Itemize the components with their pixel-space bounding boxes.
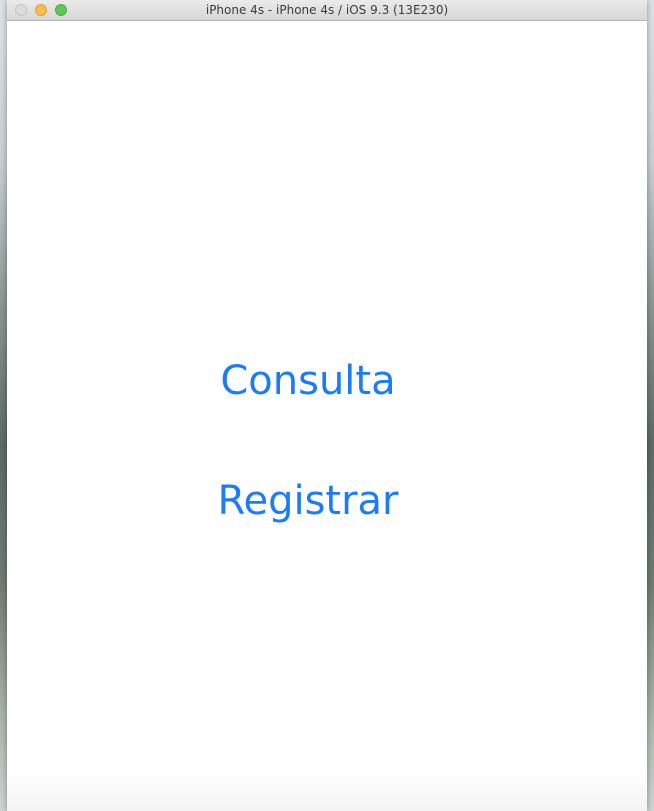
device-screen: Consulta Registrar — [7, 21, 647, 811]
screen-bottom-shade — [7, 771, 647, 811]
title-bar[interactable]: iPhone 4s - iPhone 4s / iOS 9.3 (13E230) — [7, 0, 647, 21]
window-title: iPhone 4s - iPhone 4s / iOS 9.3 (13E230) — [205, 3, 449, 17]
desktop-backdrop-right — [646, 0, 654, 811]
consulta-button[interactable]: Consulta — [7, 356, 609, 406]
simulator-window: iPhone 4s - iPhone 4s / iOS 9.3 (13E230)… — [7, 0, 647, 811]
registrar-button[interactable]: Registrar — [7, 476, 609, 526]
